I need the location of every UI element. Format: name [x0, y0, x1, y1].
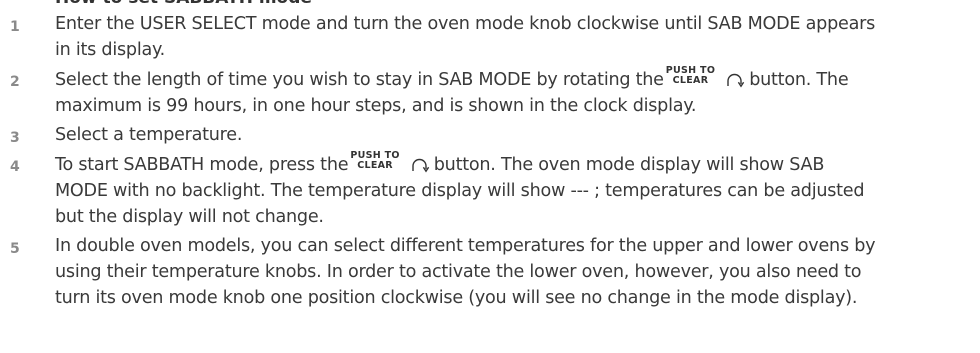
step-text: button. The — [749, 70, 849, 90]
step-2: 2 Select the length of time you wish to … — [0, 66, 980, 119]
step-text: button. The oven mode display will show … — [433, 155, 825, 175]
step-text-line: maximum is 99 hours, in one hour steps, … — [55, 96, 697, 116]
step-number: 5 — [10, 241, 20, 257]
step-text: To start SABBATH mode, press the — [55, 155, 349, 175]
step-4: 4 To start SABBATH mode, press the PUSH T… — [0, 151, 980, 230]
step-number: 3 — [10, 130, 20, 146]
rotate-arc-icon — [412, 158, 429, 173]
section-heading: How to set SABBATH mode — [55, 0, 312, 8]
step-text-line: Select a temperature. — [55, 125, 243, 145]
step-text-line: but the display will not change. — [55, 207, 324, 227]
clear-label: CLEAR — [357, 160, 393, 171]
step-text-line: MODE with no backlight. The temperature … — [55, 181, 865, 201]
push-to-clear-label: PUSH TO CLEAR — [666, 66, 715, 86]
step-number: 2 — [10, 74, 20, 90]
step-3: 3 Select a temperature. — [0, 122, 980, 148]
step-text-line: Select the length of time you wish to st… — [55, 66, 980, 93]
step-text-line: in its display. — [55, 40, 165, 60]
instruction-steps: 1 Enter the USER SELECT mode and turn th… — [0, 11, 980, 311]
step-5: 5 In double oven models, you can select … — [0, 233, 980, 311]
step-text-line: In double oven models, you can select di… — [55, 236, 876, 256]
step-text-line: Enter the USER SELECT mode and turn the … — [55, 14, 876, 34]
step-1: 1 Enter the USER SELECT mode and turn th… — [0, 11, 980, 63]
step-text: Select the length of time you wish to st… — [55, 70, 664, 90]
step-number: 1 — [10, 19, 20, 35]
step-text-line: turn its oven mode knob one position clo… — [55, 288, 858, 308]
push-to-clear-label: PUSH TO CLEAR — [350, 151, 399, 171]
rotate-arc-icon — [727, 73, 745, 88]
step-text-line: To start SABBATH mode, press the PUSH TO C… — [55, 151, 980, 178]
step-text-line: using their temperature knobs. In order … — [55, 262, 862, 282]
step-number: 4 — [10, 159, 20, 175]
clear-label: CLEAR — [672, 75, 709, 86]
